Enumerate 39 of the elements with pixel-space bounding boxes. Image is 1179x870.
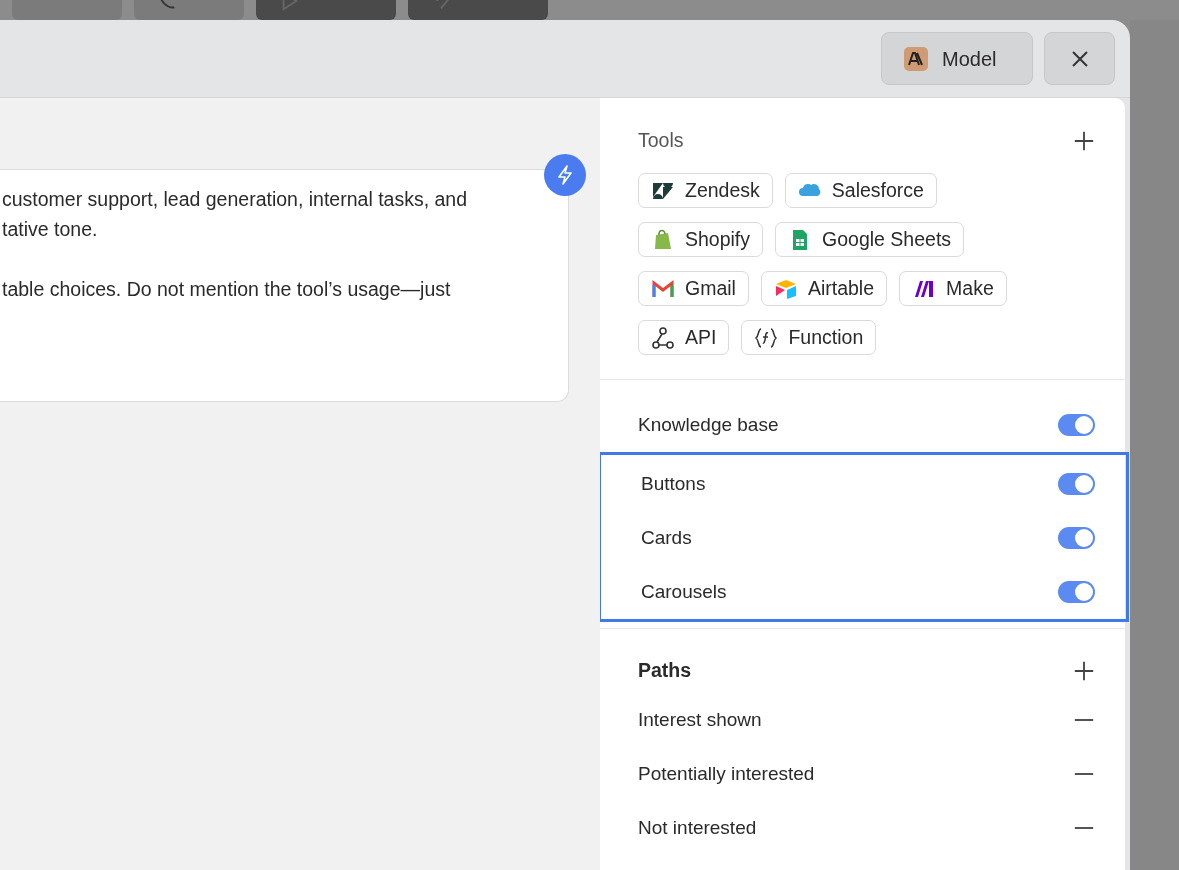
toggle-label: Cards xyxy=(641,525,692,550)
tool-chip[interactable]: Shopify xyxy=(638,222,764,257)
add-path-button[interactable] xyxy=(1073,660,1095,682)
close-button[interactable] xyxy=(1044,32,1115,85)
toggle-switch[interactable] xyxy=(1058,581,1095,603)
braces-icon xyxy=(754,325,779,350)
path-label: Not interested xyxy=(638,815,757,840)
tool-chip[interactable]: Function xyxy=(741,320,877,355)
section-title: Paths xyxy=(638,658,692,684)
minus-icon xyxy=(1073,773,1095,775)
toggle-switch[interactable] xyxy=(1058,473,1095,495)
tool-chip[interactable]: Make xyxy=(899,271,1007,306)
minus-icon xyxy=(1073,827,1095,829)
model-logo-icon xyxy=(904,46,928,71)
prompt-text: table choices. Do not mention the tool’s usage—just xyxy=(2,277,452,302)
section-title: Tools xyxy=(638,128,684,154)
tool-chip[interactable]: Google Sheets xyxy=(775,222,965,257)
lightning-button[interactable] xyxy=(544,154,586,196)
path-label: Interest shown xyxy=(638,707,762,732)
tool-chip[interactable]: Salesforce xyxy=(784,173,937,208)
nodes-icon xyxy=(651,325,675,350)
toggle-label: Buttons xyxy=(641,471,706,496)
tool-chip[interactable]: API xyxy=(638,320,730,355)
plus-icon xyxy=(1073,660,1095,682)
lightning-icon xyxy=(555,164,575,186)
toggle-switch[interactable] xyxy=(1058,414,1095,436)
tool-chip[interactable]: Gmail xyxy=(638,271,749,306)
add-tool-button[interactable] xyxy=(1073,130,1095,152)
tool-chip[interactable]: Zendesk xyxy=(638,173,773,208)
tool-chip[interactable]: Airtable xyxy=(760,271,888,306)
prompt-text: customer support, lead generation, internal tasks, and tative tone. xyxy=(2,187,469,242)
toggle-label: Carousels xyxy=(641,579,727,604)
toggle-switch[interactable] xyxy=(1058,527,1095,549)
plus-icon xyxy=(1073,130,1095,152)
model-button[interactable]: Model xyxy=(881,32,1033,85)
toggle-label: Knowledge base xyxy=(638,412,779,437)
close-icon xyxy=(1070,49,1089,68)
path-label: Potentially interested xyxy=(638,761,815,786)
minus-icon xyxy=(1073,719,1095,721)
